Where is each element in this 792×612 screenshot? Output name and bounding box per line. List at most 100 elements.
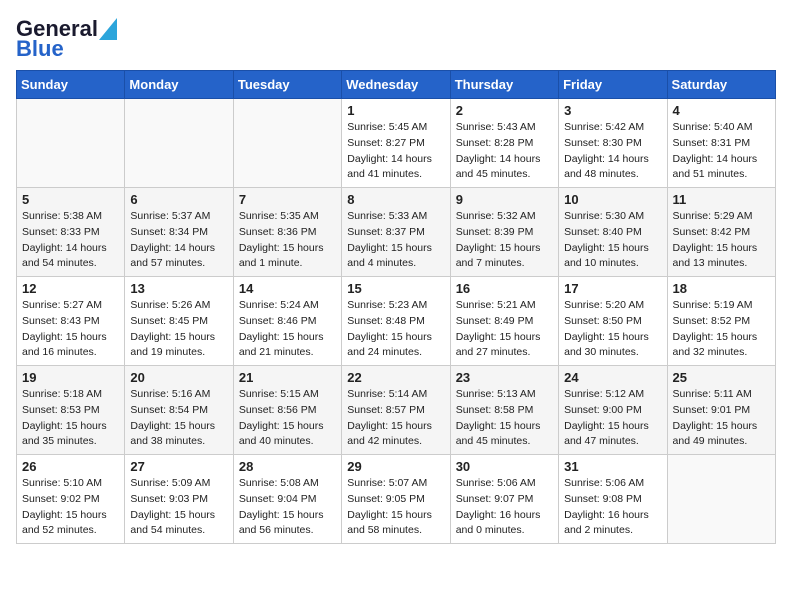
day-number: 10 <box>564 192 661 207</box>
calendar-cell: 28 Sunrise: 5:08 AMSunset: 9:04 PMDaylig… <box>233 455 341 544</box>
day-info: Sunrise: 5:06 AMSunset: 9:07 PMDaylight:… <box>456 476 553 539</box>
calendar-cell: 19 Sunrise: 5:18 AMSunset: 8:53 PMDaylig… <box>17 366 125 455</box>
day-number: 19 <box>22 370 119 385</box>
day-number: 27 <box>130 459 227 474</box>
calendar-cell: 8 Sunrise: 5:33 AMSunset: 8:37 PMDayligh… <box>342 188 450 277</box>
calendar-cell: 12 Sunrise: 5:27 AMSunset: 8:43 PMDaylig… <box>17 277 125 366</box>
calendar-cell: 25 Sunrise: 5:11 AMSunset: 9:01 PMDaylig… <box>667 366 775 455</box>
day-info: Sunrise: 5:11 AMSunset: 9:01 PMDaylight:… <box>673 387 770 450</box>
day-number: 28 <box>239 459 336 474</box>
calendar-cell: 15 Sunrise: 5:23 AMSunset: 8:48 PMDaylig… <box>342 277 450 366</box>
calendar-cell: 18 Sunrise: 5:19 AMSunset: 8:52 PMDaylig… <box>667 277 775 366</box>
day-number: 13 <box>130 281 227 296</box>
day-number: 6 <box>130 192 227 207</box>
day-number: 20 <box>130 370 227 385</box>
day-info: Sunrise: 5:12 AMSunset: 9:00 PMDaylight:… <box>564 387 661 450</box>
day-number: 14 <box>239 281 336 296</box>
day-number: 12 <box>22 281 119 296</box>
day-number: 2 <box>456 103 553 118</box>
day-info: Sunrise: 5:29 AMSunset: 8:42 PMDaylight:… <box>673 209 770 272</box>
weekday-header-sunday: Sunday <box>17 71 125 99</box>
day-number: 30 <box>456 459 553 474</box>
calendar-cell: 21 Sunrise: 5:15 AMSunset: 8:56 PMDaylig… <box>233 366 341 455</box>
calendar-cell: 20 Sunrise: 5:16 AMSunset: 8:54 PMDaylig… <box>125 366 233 455</box>
weekday-header-friday: Friday <box>559 71 667 99</box>
calendar-cell <box>233 99 341 188</box>
day-number: 25 <box>673 370 770 385</box>
calendar-body: 1 Sunrise: 5:45 AMSunset: 8:27 PMDayligh… <box>17 99 776 544</box>
day-number: 26 <box>22 459 119 474</box>
day-info: Sunrise: 5:45 AMSunset: 8:27 PMDaylight:… <box>347 120 444 183</box>
day-number: 24 <box>564 370 661 385</box>
calendar-cell: 14 Sunrise: 5:24 AMSunset: 8:46 PMDaylig… <box>233 277 341 366</box>
calendar-cell: 11 Sunrise: 5:29 AMSunset: 8:42 PMDaylig… <box>667 188 775 277</box>
day-number: 5 <box>22 192 119 207</box>
day-number: 17 <box>564 281 661 296</box>
calendar-cell: 27 Sunrise: 5:09 AMSunset: 9:03 PMDaylig… <box>125 455 233 544</box>
day-number: 18 <box>673 281 770 296</box>
week-row-4: 19 Sunrise: 5:18 AMSunset: 8:53 PMDaylig… <box>17 366 776 455</box>
day-info: Sunrise: 5:27 AMSunset: 8:43 PMDaylight:… <box>22 298 119 361</box>
day-number: 22 <box>347 370 444 385</box>
calendar-cell: 22 Sunrise: 5:14 AMSunset: 8:57 PMDaylig… <box>342 366 450 455</box>
calendar-cell: 4 Sunrise: 5:40 AMSunset: 8:31 PMDayligh… <box>667 99 775 188</box>
calendar-cell: 24 Sunrise: 5:12 AMSunset: 9:00 PMDaylig… <box>559 366 667 455</box>
day-info: Sunrise: 5:30 AMSunset: 8:40 PMDaylight:… <box>564 209 661 272</box>
calendar-cell: 17 Sunrise: 5:20 AMSunset: 8:50 PMDaylig… <box>559 277 667 366</box>
day-info: Sunrise: 5:16 AMSunset: 8:54 PMDaylight:… <box>130 387 227 450</box>
day-info: Sunrise: 5:20 AMSunset: 8:50 PMDaylight:… <box>564 298 661 361</box>
calendar-cell: 30 Sunrise: 5:06 AMSunset: 9:07 PMDaylig… <box>450 455 558 544</box>
day-info: Sunrise: 5:23 AMSunset: 8:48 PMDaylight:… <box>347 298 444 361</box>
day-info: Sunrise: 5:14 AMSunset: 8:57 PMDaylight:… <box>347 387 444 450</box>
day-info: Sunrise: 5:42 AMSunset: 8:30 PMDaylight:… <box>564 120 661 183</box>
day-info: Sunrise: 5:32 AMSunset: 8:39 PMDaylight:… <box>456 209 553 272</box>
week-row-1: 1 Sunrise: 5:45 AMSunset: 8:27 PMDayligh… <box>17 99 776 188</box>
day-number: 21 <box>239 370 336 385</box>
day-number: 15 <box>347 281 444 296</box>
day-number: 29 <box>347 459 444 474</box>
calendar-cell <box>17 99 125 188</box>
week-row-5: 26 Sunrise: 5:10 AMSunset: 9:02 PMDaylig… <box>17 455 776 544</box>
calendar-cell: 13 Sunrise: 5:26 AMSunset: 8:45 PMDaylig… <box>125 277 233 366</box>
day-info: Sunrise: 5:21 AMSunset: 8:49 PMDaylight:… <box>456 298 553 361</box>
day-info: Sunrise: 5:08 AMSunset: 9:04 PMDaylight:… <box>239 476 336 539</box>
calendar-cell: 9 Sunrise: 5:32 AMSunset: 8:39 PMDayligh… <box>450 188 558 277</box>
day-info: Sunrise: 5:24 AMSunset: 8:46 PMDaylight:… <box>239 298 336 361</box>
day-info: Sunrise: 5:15 AMSunset: 8:56 PMDaylight:… <box>239 387 336 450</box>
day-info: Sunrise: 5:10 AMSunset: 9:02 PMDaylight:… <box>22 476 119 539</box>
day-number: 16 <box>456 281 553 296</box>
calendar-cell: 7 Sunrise: 5:35 AMSunset: 8:36 PMDayligh… <box>233 188 341 277</box>
day-number: 11 <box>673 192 770 207</box>
day-info: Sunrise: 5:38 AMSunset: 8:33 PMDaylight:… <box>22 209 119 272</box>
day-info: Sunrise: 5:37 AMSunset: 8:34 PMDaylight:… <box>130 209 227 272</box>
day-info: Sunrise: 5:33 AMSunset: 8:37 PMDaylight:… <box>347 209 444 272</box>
weekday-header-tuesday: Tuesday <box>233 71 341 99</box>
day-info: Sunrise: 5:09 AMSunset: 9:03 PMDaylight:… <box>130 476 227 539</box>
day-number: 9 <box>456 192 553 207</box>
day-number: 7 <box>239 192 336 207</box>
day-info: Sunrise: 5:43 AMSunset: 8:28 PMDaylight:… <box>456 120 553 183</box>
calendar-cell: 23 Sunrise: 5:13 AMSunset: 8:58 PMDaylig… <box>450 366 558 455</box>
weekday-header-saturday: Saturday <box>667 71 775 99</box>
logo-arrow-icon <box>99 18 117 40</box>
calendar-table: SundayMondayTuesdayWednesdayThursdayFrid… <box>16 70 776 544</box>
weekday-header-wednesday: Wednesday <box>342 71 450 99</box>
calendar-cell <box>667 455 775 544</box>
calendar-cell: 29 Sunrise: 5:07 AMSunset: 9:05 PMDaylig… <box>342 455 450 544</box>
day-number: 8 <box>347 192 444 207</box>
day-number: 4 <box>673 103 770 118</box>
logo-blue: Blue <box>16 36 64 62</box>
day-info: Sunrise: 5:06 AMSunset: 9:08 PMDaylight:… <box>564 476 661 539</box>
weekday-header-row: SundayMondayTuesdayWednesdayThursdayFrid… <box>17 71 776 99</box>
day-number: 1 <box>347 103 444 118</box>
day-info: Sunrise: 5:18 AMSunset: 8:53 PMDaylight:… <box>22 387 119 450</box>
calendar-cell: 5 Sunrise: 5:38 AMSunset: 8:33 PMDayligh… <box>17 188 125 277</box>
day-number: 3 <box>564 103 661 118</box>
calendar-cell: 3 Sunrise: 5:42 AMSunset: 8:30 PMDayligh… <box>559 99 667 188</box>
day-info: Sunrise: 5:40 AMSunset: 8:31 PMDaylight:… <box>673 120 770 183</box>
calendar-cell <box>125 99 233 188</box>
calendar-cell: 16 Sunrise: 5:21 AMSunset: 8:49 PMDaylig… <box>450 277 558 366</box>
day-info: Sunrise: 5:07 AMSunset: 9:05 PMDaylight:… <box>347 476 444 539</box>
logo: General Blue <box>16 16 117 62</box>
day-info: Sunrise: 5:19 AMSunset: 8:52 PMDaylight:… <box>673 298 770 361</box>
